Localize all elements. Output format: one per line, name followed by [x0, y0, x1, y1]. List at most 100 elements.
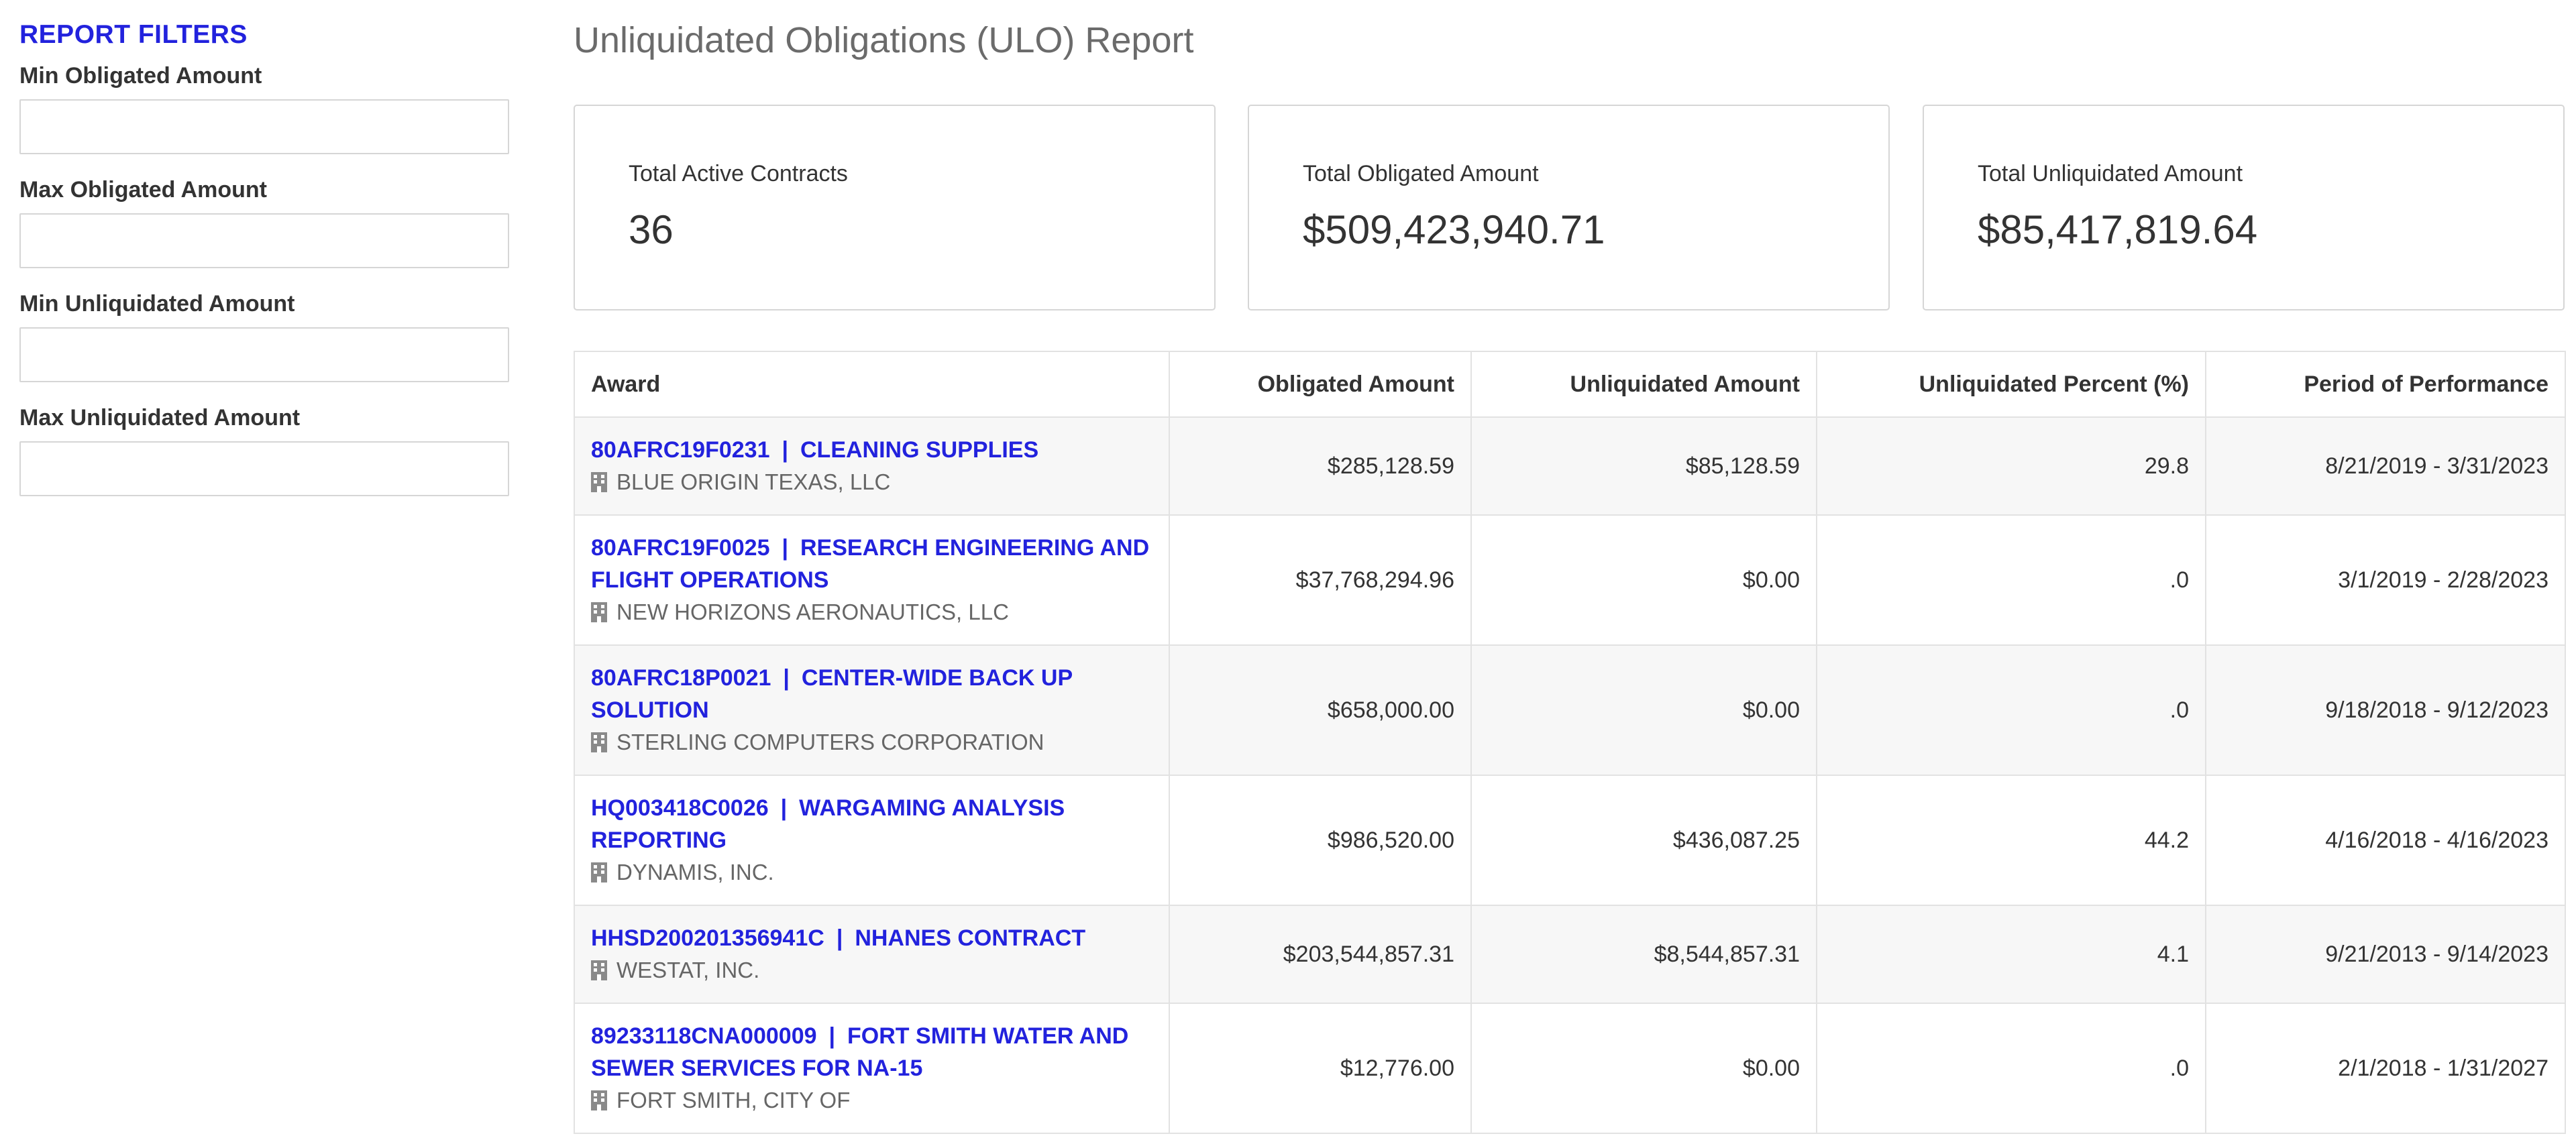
period-column-header[interactable]: Period of Performance — [2205, 351, 2566, 418]
card-value: 36 — [629, 207, 674, 252]
summary-cards: Total Active Contracts 36 Total Obligate… — [574, 105, 2565, 310]
table-header-row: Award Obligated Amount Unliquidated Amou… — [574, 351, 2566, 418]
percent-cell: 4.1 — [1816, 905, 2206, 1004]
min-obligated-filter: Min Obligated Amount — [19, 59, 509, 154]
unliquidated-cell: $0.00 — [1470, 1003, 1817, 1134]
period-cell: 2/1/2018 - 1/31/2027 — [2205, 1003, 2566, 1134]
award-column-header[interactable]: Award — [574, 351, 1170, 418]
unliquidated-cell: $8,544,857.31 — [1470, 905, 1817, 1004]
award-id: 80AFRC19F0025 — [591, 535, 770, 561]
building-icon — [591, 472, 607, 492]
table-row: HHSD200201356941C | NHANES CONTRACT WESTAT… — [574, 905, 2566, 1004]
award-link[interactable]: 80AFRC18P0021 | CENTER-WIDE BACK UP SOLUTI… — [591, 662, 1152, 726]
award-separator: | — [828, 1023, 836, 1049]
award-cell: 80AFRC19F0025 | RESEARCH ENGINEERING AND F… — [574, 514, 1170, 646]
max-obligated-label: Max Obligated Amount — [19, 177, 267, 203]
award-cell: 80AFRC19F0231 | CLEANING SUPPLIES BLUE ORI… — [574, 416, 1170, 516]
table-row: HQ003418C0026 | WARGAMING ANALYSIS REPORTI… — [574, 775, 2566, 906]
award-link[interactable]: 80AFRC19F0231 | CLEANING SUPPLIES — [591, 434, 1152, 466]
award-title: NHANES CONTRACT — [855, 925, 1086, 951]
award-cell: HQ003418C0026 | WARGAMING ANALYSIS REPORTI… — [574, 775, 1170, 906]
table-row: 89233118CNA000009 | FORT SMITH WATER AND S… — [574, 1003, 2566, 1134]
vendor-name: STERLING COMPUTERS CORPORATION — [616, 730, 1044, 754]
table-row: 80AFRC19F0025 | RESEARCH ENGINEERING AND F… — [574, 514, 2566, 646]
building-icon — [591, 960, 607, 980]
max-unliquidated-label: Max Unliquidated Amount — [19, 405, 301, 431]
vendor: FORT SMITH, CITY OF — [591, 1084, 1152, 1117]
obligated-column-header[interactable]: Obligated Amount — [1169, 351, 1472, 418]
vendor-name: WESTAT, INC. — [616, 958, 760, 982]
percent-cell: 29.8 — [1816, 416, 2206, 516]
obligated-cell: $986,520.00 — [1169, 775, 1472, 906]
percent-cell: 44.2 — [1816, 775, 2206, 906]
report-filters-panel: REPORT FILTERS Min Obligated Amount Max … — [19, 17, 509, 515]
max-obligated-filter: Max Obligated Amount — [19, 173, 509, 268]
period-cell: 9/18/2018 - 9/12/2023 — [2205, 644, 2566, 776]
award-separator: | — [783, 665, 790, 691]
vendor-name: NEW HORIZONS AERONAUTICS, LLC — [616, 600, 1009, 624]
min-obligated-input[interactable] — [19, 99, 509, 154]
award-link[interactable]: 89233118CNA000009 | FORT SMITH WATER AND S… — [591, 1020, 1152, 1084]
vendor: WESTAT, INC. — [591, 954, 1152, 986]
unliquidated-cell: $85,128.59 — [1470, 416, 1817, 516]
vendor: BLUE ORIGIN TEXAS, LLC — [591, 466, 1152, 498]
vendor-name: BLUE ORIGIN TEXAS, LLC — [616, 469, 891, 494]
obligated-cell: $203,544,857.31 — [1169, 905, 1472, 1004]
obligated-cell: $37,768,294.96 — [1169, 514, 1472, 646]
unliquidated-cell: $0.00 — [1470, 514, 1817, 646]
percent-cell: .0 — [1816, 644, 2206, 776]
building-icon — [591, 862, 607, 882]
award-cell: 89233118CNA000009 | FORT SMITH WATER AND S… — [574, 1003, 1170, 1134]
award-id: 80AFRC18P0021 — [591, 665, 771, 691]
awards-table-section: Award Obligated Amount Unliquidated Amou… — [574, 351, 2566, 1134]
vendor: NEW HORIZONS AERONAUTICS, LLC — [591, 596, 1152, 628]
period-cell: 4/16/2018 - 4/16/2023 — [2205, 775, 2566, 906]
award-separator: | — [836, 925, 843, 951]
building-icon — [591, 732, 607, 752]
vendor: STERLING COMPUTERS CORPORATION — [591, 726, 1152, 758]
max-unliquidated-filter: Max Unliquidated Amount — [19, 401, 509, 496]
max-unliquidated-input[interactable] — [19, 441, 509, 496]
card-label: Total Unliquidated Amount — [1978, 161, 2243, 186]
max-obligated-input[interactable] — [19, 213, 509, 268]
table-row: 80AFRC19F0231 | CLEANING SUPPLIES BLUE ORI… — [574, 416, 2566, 516]
award-separator: | — [780, 795, 788, 821]
award-link[interactable]: 80AFRC19F0025 | RESEARCH ENGINEERING AND F… — [591, 532, 1152, 596]
unliquidated-cell: $436,087.25 — [1470, 775, 1817, 906]
award-id: 89233118CNA000009 — [591, 1023, 817, 1049]
award-id: HHSD200201356941C — [591, 925, 824, 951]
percent-cell: .0 — [1816, 1003, 2206, 1134]
awards-table: Award Obligated Amount Unliquidated Amou… — [574, 351, 2566, 1134]
award-title: CLEANING SUPPLIES — [800, 437, 1039, 463]
unliquidated-cell: $0.00 — [1470, 644, 1817, 776]
award-cell: HHSD200201356941C | NHANES CONTRACT WESTAT… — [574, 905, 1170, 1004]
min-obligated-label: Min Obligated Amount — [19, 63, 262, 89]
card-label: Total Active Contracts — [629, 161, 848, 186]
obligated-cell: $658,000.00 — [1169, 644, 1472, 776]
obligated-cell: $285,128.59 — [1169, 416, 1472, 516]
percent-column-header[interactable]: Unliquidated Percent (%) — [1816, 351, 2206, 418]
min-unliquidated-input[interactable] — [19, 327, 509, 382]
card-label: Total Obligated Amount — [1303, 161, 1539, 186]
total-obligated-amount-card: Total Obligated Amount $509,423,940.71 — [1248, 105, 1890, 310]
vendor: DYNAMIS, INC. — [591, 856, 1152, 889]
min-unliquidated-filter: Min Unliquidated Amount — [19, 287, 509, 382]
obligated-cell: $12,776.00 — [1169, 1003, 1472, 1134]
unliquidated-column-header[interactable]: Unliquidated Amount — [1470, 351, 1817, 418]
award-link[interactable]: HQ003418C0026 | WARGAMING ANALYSIS REPORTI… — [591, 792, 1152, 856]
ulo-report-page: REPORT FILTERS Min Obligated Amount Max … — [0, 0, 2576, 1140]
period-cell: 9/21/2013 - 9/14/2023 — [2205, 905, 2566, 1004]
award-cell: 80AFRC18P0021 | CENTER-WIDE BACK UP SOLUTI… — [574, 644, 1170, 776]
award-id: HQ003418C0026 — [591, 795, 769, 821]
page-title: Unliquidated Obligations (ULO) Report — [574, 20, 1194, 60]
award-link[interactable]: HHSD200201356941C | NHANES CONTRACT — [591, 922, 1152, 954]
vendor-name: FORT SMITH, CITY OF — [616, 1088, 851, 1113]
award-separator: | — [782, 437, 788, 463]
total-active-contracts-card: Total Active Contracts 36 — [574, 105, 1216, 310]
card-value: $509,423,940.71 — [1303, 207, 1605, 252]
award-separator: | — [782, 535, 788, 561]
report-filters-title: REPORT FILTERS — [19, 20, 248, 49]
min-unliquidated-label: Min Unliquidated Amount — [19, 291, 295, 317]
percent-cell: .0 — [1816, 514, 2206, 646]
period-cell: 8/21/2019 - 3/31/2023 — [2205, 416, 2566, 516]
